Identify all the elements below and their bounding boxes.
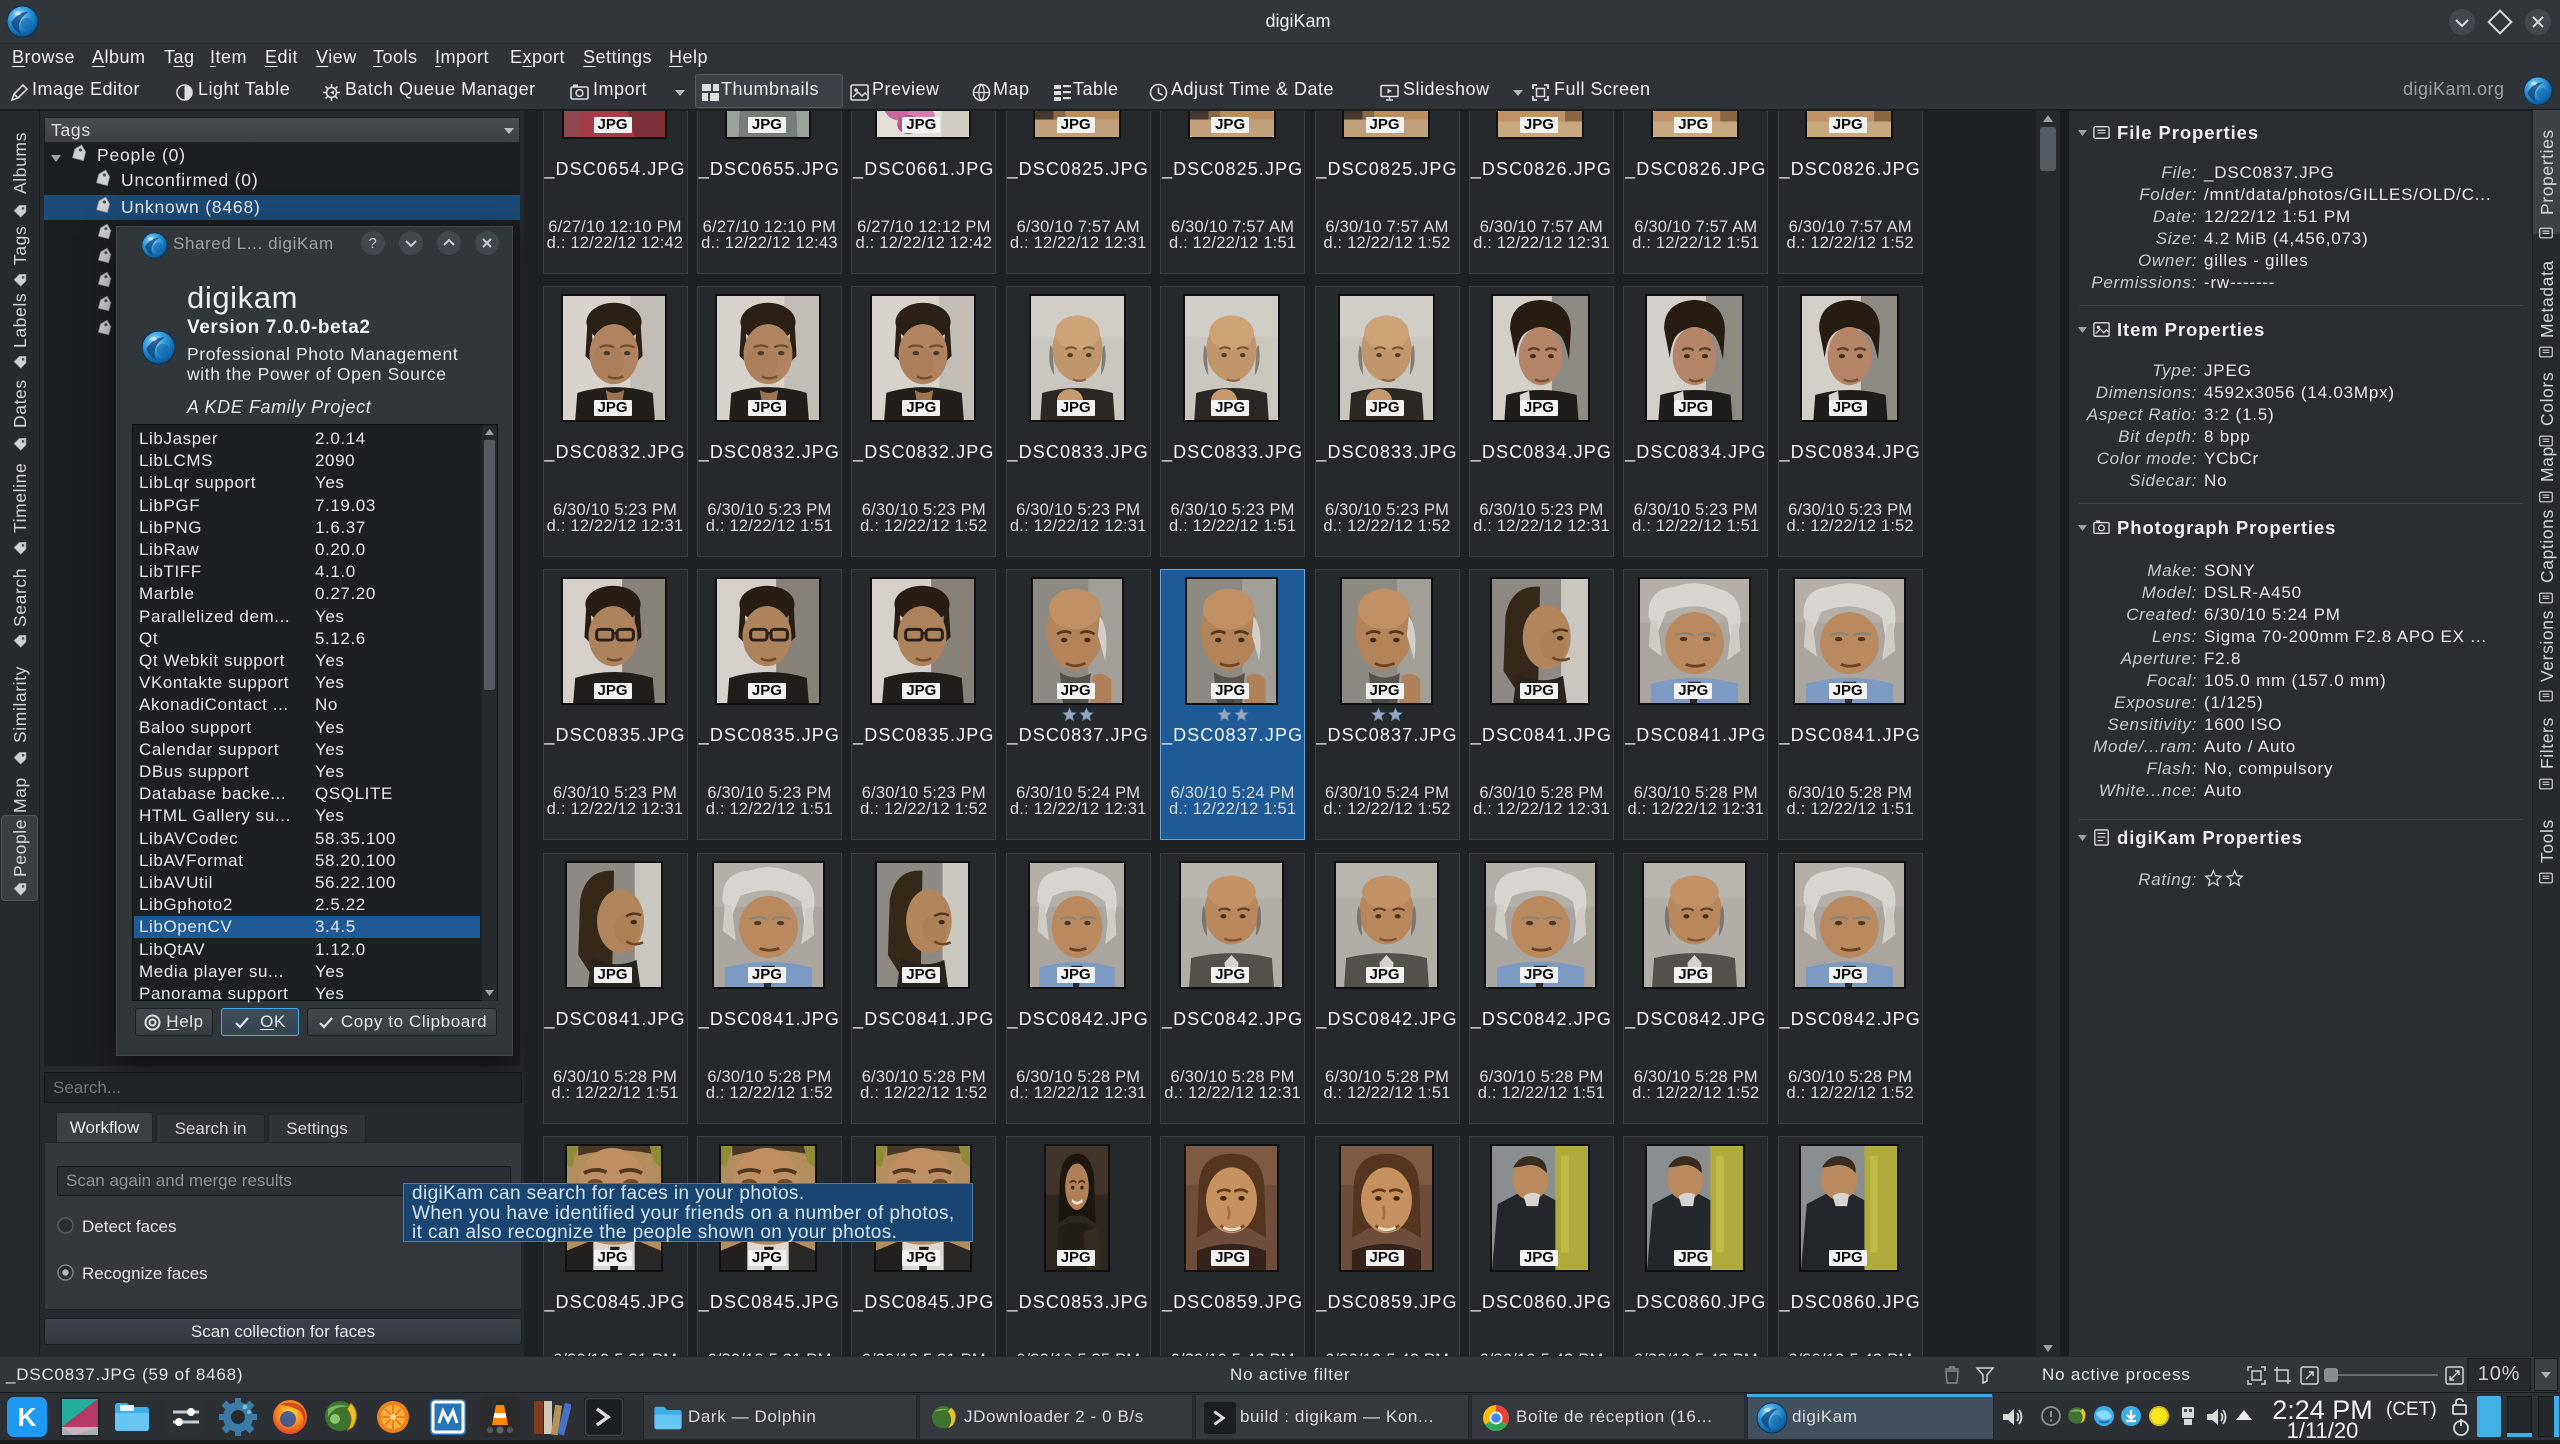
- svg-text:?: ?: [369, 235, 378, 252]
- svg-text:K: K: [18, 1402, 37, 1432]
